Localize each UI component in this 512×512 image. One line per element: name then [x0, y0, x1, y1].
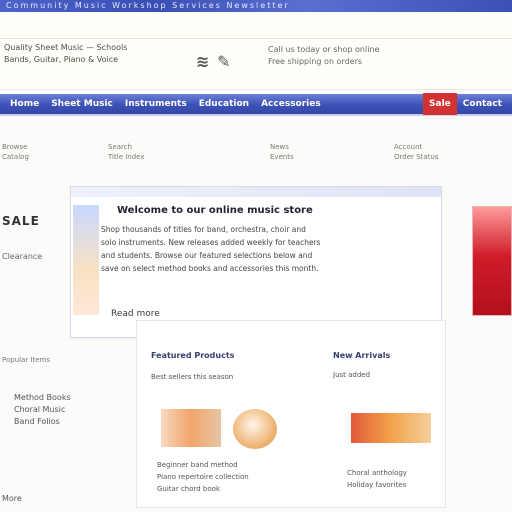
subrow-text: Catalog — [2, 153, 29, 161]
masthead-right-text: Call us today or shop online Free shippi… — [268, 44, 508, 68]
subrow-text: Account — [394, 143, 423, 151]
subrow-col[interactable]: News Events — [270, 142, 390, 162]
card-body-line: and students. Browse our featured select… — [101, 251, 313, 260]
feature-link[interactable]: Piano repertoire collection — [157, 471, 317, 483]
feature-heading-right[interactable]: New Arrivals — [333, 351, 433, 360]
welcome-card: Welcome to our online music store Shop t… — [70, 186, 442, 338]
feature-link[interactable]: Choral anthology — [347, 467, 441, 479]
masthead-logo[interactable]: ≋ ✎ — [196, 52, 231, 71]
nav-item-home[interactable]: Home — [4, 93, 45, 115]
side-ad-banner[interactable] — [472, 206, 512, 316]
subrow-col[interactable]: Browse Catalog — [2, 142, 122, 162]
card-body-line: Shop thousands of titles for band, orche… — [101, 225, 306, 234]
subrow-text: Events — [270, 153, 294, 161]
rail-link[interactable]: Band Folios — [14, 416, 132, 428]
card-body: Shop thousands of titles for band, orche… — [101, 223, 437, 275]
masthead-right-line: Call us today or shop online — [268, 45, 380, 54]
top-strip-text: Community Music Workshop Services Newsle… — [6, 1, 290, 10]
feature-subheading-left: Best sellers this season — [151, 373, 234, 381]
subrow-text: News — [270, 143, 289, 151]
rail-note: Popular Items — [2, 356, 51, 364]
card-body-line: solo instruments. New releases added wee… — [101, 238, 321, 247]
feature-list-right: Choral anthology Holiday favorites — [347, 467, 441, 491]
masthead-right-line: Free shipping on orders — [268, 57, 363, 66]
feature-subheading-right: Just added — [333, 371, 371, 379]
card-read-more-link[interactable]: Read more — [111, 309, 160, 319]
nav-item-education[interactable]: Education — [193, 93, 255, 115]
card-side-image — [73, 205, 99, 315]
feature-list-left: Beginner band method Piano repertoire co… — [157, 459, 317, 495]
rail-subtitle[interactable]: Clearance — [2, 252, 42, 261]
subrow-col[interactable]: Search Title Index — [108, 142, 228, 162]
card-title: Welcome to our online music store — [117, 205, 313, 216]
nav-item-instruments[interactable]: Instruments — [119, 93, 193, 115]
feature-panel: Featured Products Best sellers this seas… — [136, 320, 446, 508]
rail-more-link[interactable]: More — [2, 494, 22, 503]
top-utility-strip: Community Music Workshop Services Newsle… — [0, 0, 512, 12]
feature-link[interactable]: Guitar chord book — [157, 483, 317, 495]
masthead-left-text: Quality Sheet Music — Schools Bands, Gui… — [4, 42, 184, 66]
masthead-divider — [0, 38, 512, 39]
main-nav: Home Sheet Music Instruments Education A… — [0, 93, 512, 116]
nav-item-contact[interactable]: Contact — [457, 93, 508, 115]
masthead: Quality Sheet Music — Schools Bands, Gui… — [0, 12, 512, 90]
sub-info-row: Browse Catalog Search Title Index News E… — [0, 140, 512, 180]
nav-item-accessories[interactable]: Accessories — [255, 93, 327, 115]
feature-link[interactable]: Holiday favorites — [347, 479, 441, 491]
masthead-left-line: Quality Sheet Music — Schools — [4, 43, 128, 52]
rail-link[interactable]: Method Books — [14, 392, 132, 404]
subrow-text: Browse — [2, 143, 28, 151]
masthead-left-line: Bands, Guitar, Piano & Voice — [4, 55, 119, 64]
subrow-text: Order Status — [394, 153, 439, 161]
subrow-text: Search — [108, 143, 133, 151]
feature-heading-left[interactable]: Featured Products — [151, 351, 301, 360]
nav-item-sheet-music[interactable]: Sheet Music — [45, 93, 119, 115]
card-body-line: save on select method books and accessor… — [101, 264, 319, 273]
subrow-col[interactable]: Account Order Status — [394, 142, 512, 162]
subrow-text: Title Index — [108, 153, 145, 161]
rail-link-list: Method Books Choral Music Band Folios — [14, 392, 132, 428]
rail-title[interactable]: SALE — [2, 214, 40, 228]
feature-link[interactable]: Beginner band method — [157, 459, 317, 471]
product-thumbnail[interactable] — [351, 413, 431, 443]
nav-item-sale[interactable]: Sale — [423, 93, 457, 115]
card-topbar — [71, 187, 441, 197]
product-thumbnail[interactable] — [233, 409, 277, 449]
rail-link[interactable]: Choral Music — [14, 404, 132, 416]
product-thumbnail[interactable] — [161, 409, 221, 447]
